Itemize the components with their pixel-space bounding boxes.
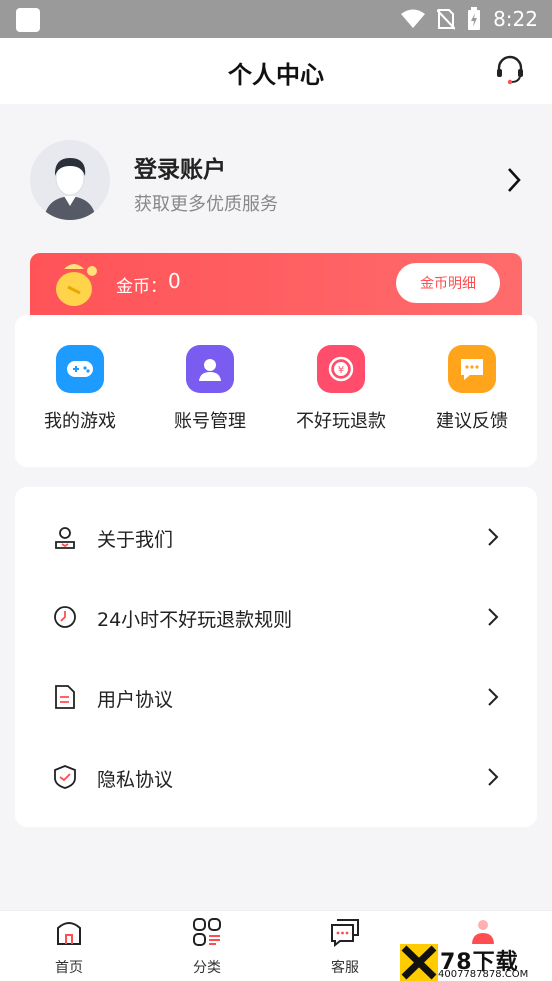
tab-category[interactable]: 分类 (157, 917, 257, 977)
tab-customer-service[interactable]: 客服 (295, 917, 395, 977)
status-time: 8:22 (493, 7, 538, 31)
notification-icon (16, 8, 40, 32)
site-watermark: 78下载 4007787878.COM (398, 944, 550, 981)
quick-action-label: 不好玩退款 (296, 411, 386, 432)
no-sim-icon (437, 9, 456, 30)
menu-item-user-agreement[interactable]: 用户协议 (15, 667, 537, 727)
message-icon (331, 919, 359, 948)
menu-item-about[interactable]: 关于我们 (15, 507, 537, 567)
watermark-logo-icon (400, 944, 438, 981)
shield-check-icon (54, 765, 76, 789)
coin-label: 金币： (116, 277, 167, 297)
chevron-right-icon (488, 528, 499, 546)
menu-label: 隐私协议 (97, 769, 174, 791)
status-bar: 8:22 (0, 0, 552, 38)
menu-label: 关于我们 (97, 529, 174, 551)
login-subtitle: 获取更多优质服务 (134, 194, 278, 215)
default-avatar-icon (44, 158, 96, 220)
quick-action-label: 建议反馈 (436, 411, 508, 432)
chevron-right-icon (488, 688, 499, 706)
chevron-right-icon (488, 608, 499, 626)
clock-icon (54, 606, 76, 628)
quick-actions-card: 我的游戏 账号管理 ¥ 不好玩退款 建议反馈 (15, 315, 537, 467)
tab-label: 客服 (331, 960, 359, 976)
quick-action-refund[interactable]: ¥ 不好玩退款 (276, 345, 406, 433)
chevron-right-icon[interactable] (506, 166, 522, 194)
chat-icon (448, 345, 496, 393)
about-icon (55, 527, 75, 549)
profile-section[interactable]: 登录账户 获取更多优质服务 (0, 104, 552, 254)
customer-service-icon[interactable] (494, 54, 526, 86)
menu-item-refund-rules[interactable]: 24小时不好玩退款规则 (15, 587, 537, 647)
chevron-right-icon (488, 768, 499, 786)
home-icon (57, 922, 81, 945)
coin-value: 0 (168, 269, 181, 293)
tab-home[interactable]: 首页 (19, 917, 119, 977)
watermark-url: 4007787878.COM (438, 969, 529, 980)
battery-charging-icon (468, 7, 481, 30)
wifi-icon (401, 9, 426, 28)
user-icon (186, 345, 234, 393)
coin-bag-icon (56, 264, 97, 306)
gamepad-icon (56, 345, 104, 393)
menu-item-privacy[interactable]: 隐私协议 (15, 747, 537, 807)
quick-action-label: 账号管理 (174, 411, 246, 432)
quick-action-account[interactable]: 账号管理 (145, 345, 275, 433)
avatar[interactable] (30, 140, 110, 220)
document-icon (55, 685, 75, 709)
quick-action-feedback[interactable]: 建议反馈 (407, 345, 537, 433)
coin-detail-button[interactable]: 金币明细 (396, 263, 500, 303)
category-icon (193, 918, 221, 946)
tab-label: 首页 (55, 960, 83, 976)
menu-card: 关于我们 24小时不好玩退款规则 用户协议 隐私协议 (15, 487, 537, 827)
coin-banner: 金币： 0 金币明细 (30, 253, 522, 315)
quick-action-label: 我的游戏 (44, 411, 116, 432)
header: 个人中心 (0, 38, 552, 104)
login-title[interactable]: 登录账户 (134, 150, 226, 184)
menu-label: 24小时不好玩退款规则 (97, 609, 293, 631)
svg-text:¥: ¥ (338, 365, 344, 376)
quick-action-my-games[interactable]: 我的游戏 (15, 345, 145, 433)
tab-label: 分类 (193, 960, 221, 976)
profile-active-icon (472, 920, 494, 945)
menu-label: 用户协议 (97, 689, 174, 711)
page-title: 个人中心 (228, 61, 324, 89)
refund-icon: ¥ (317, 345, 365, 393)
